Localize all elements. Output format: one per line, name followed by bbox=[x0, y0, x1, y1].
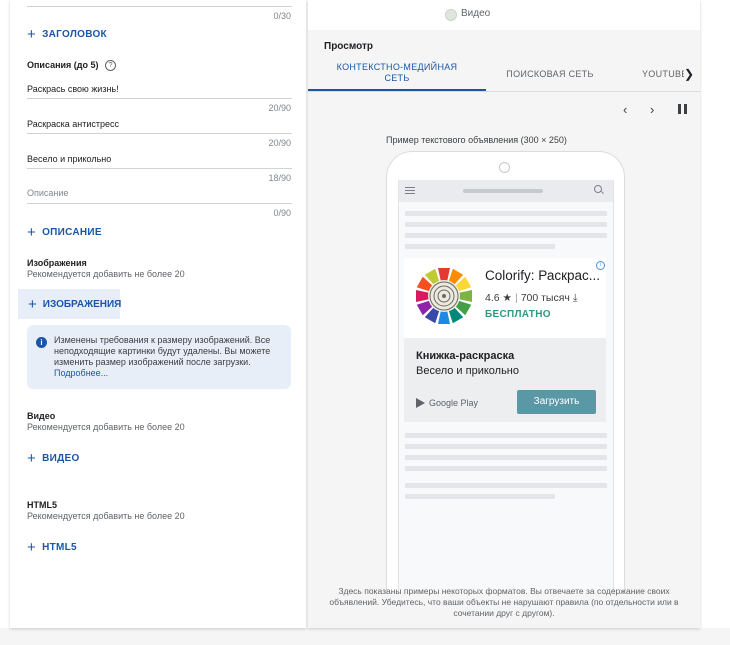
description-underline-2 bbox=[27, 133, 292, 134]
preview-tabs: КОНТЕКСТНО-МЕДИЙНАЯ СЕТЬ ПОИСКОВАЯ СЕТЬ … bbox=[308, 57, 700, 92]
content-placeholder-line bbox=[405, 211, 607, 216]
plus-icon: + bbox=[28, 295, 37, 313]
app-logo bbox=[416, 268, 472, 324]
add-headline-label: ЗАГОЛОВОК bbox=[42, 29, 107, 40]
add-description-button[interactable]: + ОПИСАНИЕ bbox=[27, 223, 102, 241]
images-title: Изображения bbox=[27, 258, 87, 268]
description-underline-1 bbox=[27, 98, 292, 99]
description-counter-3: 18/90 bbox=[268, 173, 291, 183]
content-placeholder-line bbox=[405, 494, 555, 499]
phone-url-placeholder bbox=[463, 189, 543, 193]
search-icon bbox=[594, 185, 602, 193]
description-field-4[interactable]: Описание bbox=[27, 188, 68, 198]
ad-description: Весело и прикольно bbox=[416, 365, 519, 377]
ad-card[interactable]: i Colorify: Раскрас... 4.6 ★ | 700 тысяч… bbox=[404, 258, 606, 422]
content-placeholder-line bbox=[405, 455, 607, 460]
description-field-2[interactable]: Раскраска антистресс bbox=[27, 119, 119, 129]
preview-panel: Видео Просмотр КОНТЕКСТНО-МЕДИЙНАЯ СЕТЬ … bbox=[308, 0, 700, 628]
hamburger-menu-icon bbox=[405, 187, 415, 196]
tab-youtube-label: YOUTUBE bbox=[642, 69, 684, 79]
description-underline-3 bbox=[27, 168, 292, 169]
html5-title: HTML5 bbox=[27, 500, 57, 510]
info-icon: i bbox=[36, 337, 47, 348]
content-placeholder-line bbox=[405, 244, 555, 249]
video-radio-label: Видео bbox=[461, 8, 491, 19]
preview-title: Просмотр bbox=[324, 41, 373, 52]
content-placeholder-line bbox=[405, 233, 607, 238]
plus-icon: + bbox=[27, 449, 37, 467]
video-subtitle: Рекомендуется добавить не более 20 bbox=[27, 422, 185, 432]
ad-app-name: Colorify: Раскрас... bbox=[485, 268, 601, 283]
page: 0/30 + ЗАГОЛОВОК Описания (до 5) ? Раскр… bbox=[0, 0, 730, 645]
help-icon[interactable]: ? bbox=[105, 60, 117, 72]
add-images-label: ИЗОБРАЖЕНИЯ bbox=[42, 298, 122, 310]
video-title: Видео bbox=[27, 411, 56, 421]
add-video-label: ВИДЕО bbox=[42, 453, 80, 464]
phone-screen: i Colorify: Раскрас... 4.6 ★ | 700 тысяч… bbox=[398, 180, 614, 592]
google-play-icon bbox=[416, 398, 425, 408]
ad-price: БЕСПЛАТНО bbox=[485, 309, 551, 320]
content-placeholder-line bbox=[405, 444, 607, 449]
plus-icon: + bbox=[27, 538, 37, 556]
content-placeholder-line bbox=[405, 466, 607, 471]
description-field-1[interactable]: Раскрась свою жизнь! bbox=[27, 84, 119, 94]
tab-display-network[interactable]: КОНТЕКСТНО-МЕДИЙНАЯ СЕТЬ bbox=[308, 57, 486, 91]
images-subtitle: Рекомендуется добавить не более 20 bbox=[27, 269, 185, 279]
html5-subtitle: Рекомендуется добавить не более 20 bbox=[27, 511, 185, 521]
ad-cta-button[interactable]: Загрузить bbox=[517, 390, 596, 414]
content-placeholder-line bbox=[405, 222, 607, 227]
description-underline-4 bbox=[27, 203, 292, 204]
add-description-label: ОПИСАНИЕ bbox=[42, 227, 102, 238]
image-requirements-notice: i Изменены требования к размеру изображе… bbox=[27, 325, 291, 389]
ad-rating-value: 4.6 bbox=[485, 292, 500, 304]
next-icon[interactable]: › bbox=[650, 102, 654, 117]
phone-camera bbox=[499, 162, 510, 173]
tab-display-network-label: КОНТЕКСТНО-МЕДИЙНАЯ СЕТЬ bbox=[336, 62, 458, 83]
tab-search-network[interactable]: ПОИСКОВАЯ СЕТЬ bbox=[486, 57, 614, 91]
content-placeholder-line bbox=[405, 433, 607, 438]
add-images-button[interactable]: + ИЗОБРАЖЕНИЯ bbox=[18, 289, 122, 319]
google-play-badge: Google Play bbox=[416, 398, 478, 408]
previous-icon[interactable]: ‹ bbox=[623, 102, 627, 117]
ad-headline: Книжка-раскраска bbox=[416, 350, 515, 362]
plus-icon: + bbox=[27, 223, 37, 241]
phone-mockup: i Colorify: Раскрас... 4.6 ★ | 700 тысяч… bbox=[386, 151, 625, 592]
content-placeholder-line bbox=[405, 483, 607, 488]
learn-more-link[interactable]: Подробнее... bbox=[54, 368, 282, 379]
tab-youtube[interactable]: YOUTUBE bbox=[614, 57, 684, 91]
descriptions-title-text: Описания (до 5) bbox=[27, 60, 99, 70]
info-notice-body: Изменены требования к размеру изображени… bbox=[54, 335, 271, 367]
download-icon: ⤓ bbox=[572, 292, 578, 304]
headline-field-underline bbox=[27, 6, 292, 7]
sample-ad-label: Пример текстового объявления (300 × 250) bbox=[386, 135, 567, 145]
add-headline-button[interactable]: + ЗАГОЛОВОК bbox=[27, 25, 107, 43]
description-counter-4: 0/90 bbox=[273, 208, 291, 218]
tab-search-network-label: ПОИСКОВАЯ СЕТЬ bbox=[506, 69, 594, 79]
ad-installs: 700 тысяч bbox=[520, 292, 570, 304]
add-html5-button[interactable]: + HTML5 bbox=[27, 538, 77, 556]
description-counter-1: 20/90 bbox=[268, 103, 291, 113]
plus-icon: + bbox=[27, 25, 37, 43]
video-radio[interactable] bbox=[445, 9, 457, 21]
preview-disclaimer: Здесь показаны примеры некоторых формато… bbox=[329, 586, 679, 618]
tabs-next-chevron-icon[interactable]: ❯ bbox=[684, 67, 694, 81]
pause-icon[interactable] bbox=[678, 104, 687, 114]
info-notice-text: Изменены требования к размеру изображени… bbox=[54, 335, 282, 379]
format-selector: Видео bbox=[308, 0, 700, 30]
page-bottom-strip bbox=[0, 628, 730, 645]
descriptions-title: Описания (до 5) ? bbox=[27, 60, 117, 72]
ad-editor-panel: 0/30 + ЗАГОЛОВОК Описания (до 5) ? Раскр… bbox=[10, 0, 306, 628]
headline-char-counter: 0/30 bbox=[273, 11, 291, 21]
phone-browser-bar bbox=[399, 180, 613, 202]
add-video-button[interactable]: + ВИДЕО bbox=[27, 449, 80, 467]
add-html5-label: HTML5 bbox=[42, 542, 77, 553]
description-field-3[interactable]: Весело и прикольно bbox=[27, 154, 111, 164]
ad-text-area: Книжка-раскраска Весело и прикольно Goog… bbox=[404, 338, 606, 422]
description-counter-2: 20/90 bbox=[268, 138, 291, 148]
google-play-label: Google Play bbox=[429, 398, 479, 408]
ad-rating-row: 4.6 ★ | 700 тысяч ⤓ bbox=[485, 292, 578, 304]
star-icon: ★ bbox=[502, 292, 512, 304]
